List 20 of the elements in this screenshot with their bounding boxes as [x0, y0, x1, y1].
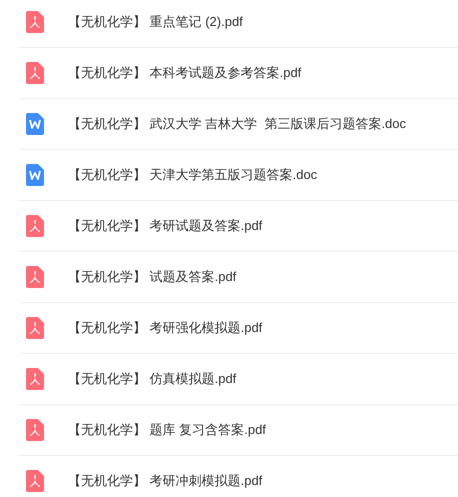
file-name[interactable]: 【无机化学】 考研冲刺模拟题.pdf: [68, 471, 262, 491]
file-name[interactable]: 【无机化学】 仿真模拟题.pdf: [68, 369, 236, 389]
pdf-file-icon: [26, 62, 44, 84]
word-file-icon: [26, 164, 44, 186]
pdf-file-icon: [26, 11, 44, 33]
file-name[interactable]: 【无机化学】 考研试题及答案.pdf: [68, 216, 262, 236]
file-name[interactable]: 【无机化学】 天津大学第五版习题答案.doc: [68, 165, 318, 185]
file-name[interactable]: 【无机化学】 本科考试题及参考答案.pdf: [68, 63, 302, 83]
pdf-file-icon: [26, 368, 44, 390]
file-name[interactable]: 【无机化学】 试题及答案.pdf: [68, 267, 236, 287]
file-name[interactable]: 【无机化学】 武汉大学 吉林大学 第三版课后习题答案.doc: [68, 114, 406, 134]
pdf-file-icon: [26, 419, 44, 441]
pdf-file-icon: [26, 215, 44, 237]
file-name[interactable]: 【无机化学】 题库 复习含答案.pdf: [68, 420, 266, 440]
pdf-file-icon: [26, 470, 44, 492]
pdf-file-icon: [26, 266, 44, 288]
pdf-file-icon: [26, 317, 44, 339]
word-file-icon: [26, 113, 44, 135]
file-name[interactable]: 【无机化学】 重点笔记 (2).pdf: [68, 12, 243, 32]
file-name[interactable]: 【无机化学】 考研强化模拟题.pdf: [68, 318, 262, 338]
